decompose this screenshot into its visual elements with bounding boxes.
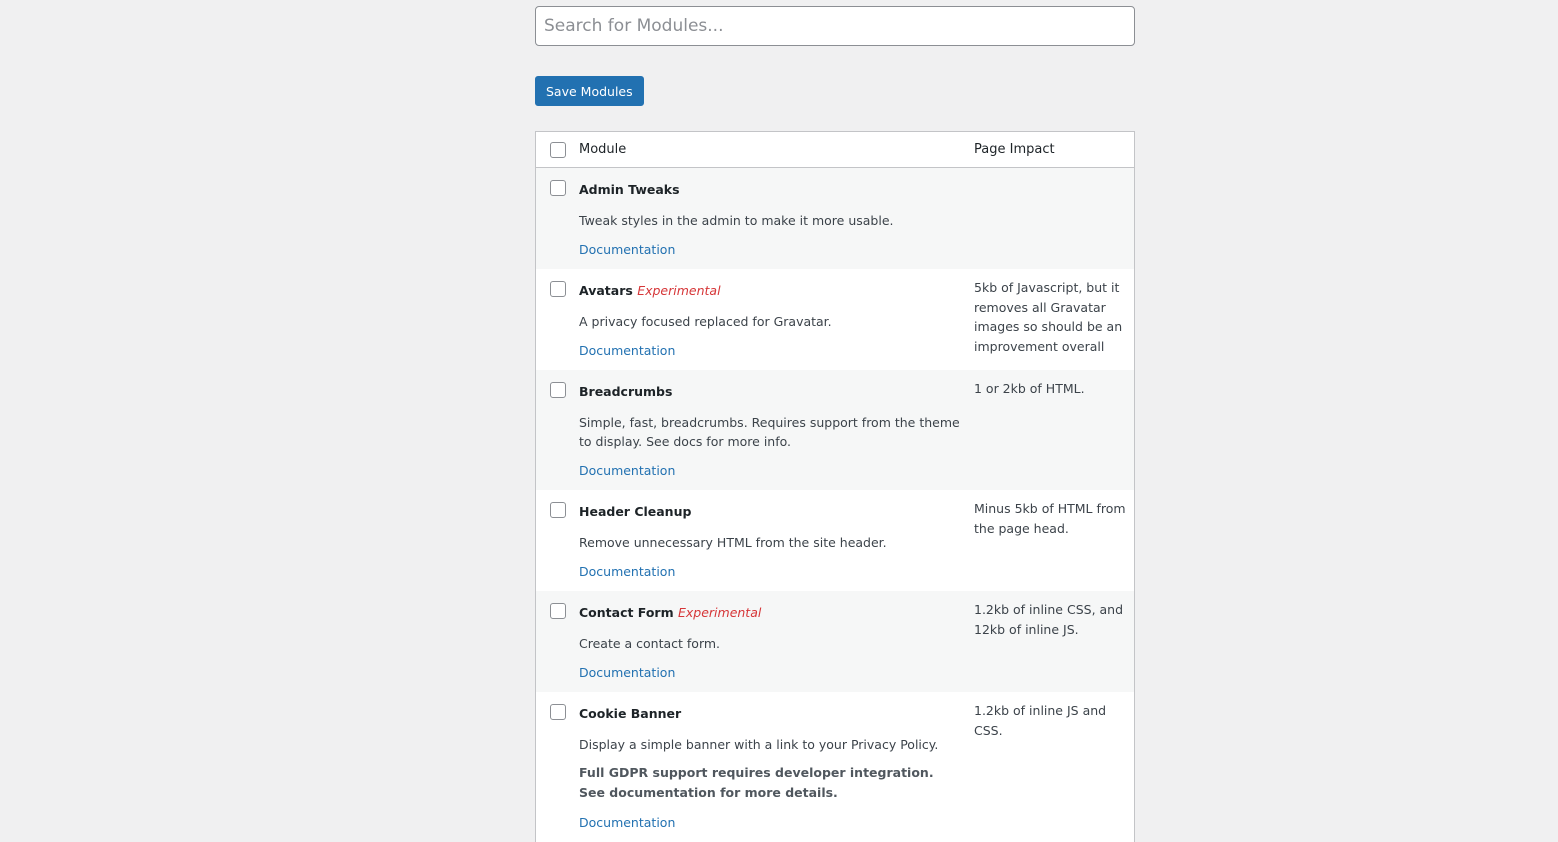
table-row: Admin Tweaks Tweak styles in the admin to… xyxy=(536,168,1134,269)
table-row: Contact Form Experimental Create a contac… xyxy=(536,591,1134,692)
module-checkbox[interactable] xyxy=(549,281,566,297)
module-title: Admin Tweaks xyxy=(579,181,974,199)
module-name: Header Cleanup xyxy=(579,504,692,519)
module-note: Full GDPR support requires developer int… xyxy=(579,765,934,800)
module-checkbox[interactable] xyxy=(549,382,566,398)
documentation-link[interactable]: Documentation xyxy=(579,241,675,259)
module-cell: Contact Form Experimental Create a contac… xyxy=(579,591,974,692)
experimental-tag: Experimental xyxy=(677,605,762,620)
column-header-page-impact: Page Impact xyxy=(974,142,1055,157)
module-checkbox[interactable] xyxy=(549,704,566,720)
page-impact-cell: 1 or 2kb of HTML. xyxy=(974,381,1085,396)
module-description: Create a contact form. xyxy=(579,636,721,651)
column-header-module: Module xyxy=(579,142,627,157)
experimental-tag: Experimental xyxy=(637,283,721,298)
page-impact-cell: Minus 5kb of HTML from the page head. xyxy=(974,501,1126,536)
module-cell: Header Cleanup Remove unnecessary HTML fr… xyxy=(579,490,974,591)
module-checkbox[interactable] xyxy=(549,502,566,518)
module-cell: Admin Tweaks Tweak styles in the admin to… xyxy=(579,168,974,269)
page-impact-cell: 5kb of Javascript, but it removes all Gr… xyxy=(974,280,1123,354)
module-description: Tweak styles in the admin to make it mor… xyxy=(579,213,894,228)
select-all-checkbox[interactable] xyxy=(549,141,566,158)
table-row: Breadcrumbs Simple, fast, breadcrumbs. Re… xyxy=(536,370,1134,490)
module-name: Admin Tweaks xyxy=(579,182,680,197)
table-row: Header Cleanup Remove unnecessary HTML fr… xyxy=(536,490,1134,591)
module-checkbox[interactable] xyxy=(549,603,566,619)
module-description: Remove unnecessary HTML from the site he… xyxy=(579,535,887,550)
module-checkbox[interactable] xyxy=(549,180,566,196)
documentation-link[interactable]: Documentation xyxy=(579,563,675,581)
module-cell: Breadcrumbs Simple, fast, breadcrumbs. Re… xyxy=(579,370,974,490)
documentation-link[interactable]: Documentation xyxy=(579,342,675,360)
documentation-link[interactable]: Documentation xyxy=(579,814,675,832)
module-description: Simple, fast, breadcrumbs. Requires supp… xyxy=(579,415,960,449)
module-title: Cookie Banner xyxy=(579,705,974,723)
documentation-link[interactable]: Documentation xyxy=(579,462,675,480)
page-impact-cell: 1.2kb of inline CSS, and 12kb of inline … xyxy=(974,602,1124,637)
table-header: Module Page Impact xyxy=(536,132,1134,168)
module-cell: Avatars Experimental A privacy focused re… xyxy=(579,269,974,370)
table-body: Admin Tweaks Tweak styles in the admin to… xyxy=(536,168,1134,842)
module-name: Breadcrumbs xyxy=(579,384,673,399)
module-title: Breadcrumbs xyxy=(579,383,974,401)
page-impact-cell xyxy=(974,168,1134,269)
table-row: Avatars Experimental A privacy focused re… xyxy=(536,269,1134,370)
modules-table: Module Page Impact Admin Tweaks Tweak sty… xyxy=(535,131,1135,842)
table-row: Cookie Banner Display a simple banner wit… xyxy=(536,692,1134,842)
documentation-link[interactable]: Documentation xyxy=(579,664,675,682)
module-title: Avatars Experimental xyxy=(579,282,974,300)
module-title: Header Cleanup xyxy=(579,503,974,521)
module-title: Contact Form Experimental xyxy=(579,604,974,622)
module-description: Display a simple banner with a link to y… xyxy=(579,737,939,752)
module-description: A privacy focused replaced for Gravatar. xyxy=(579,314,832,329)
module-cell: Cookie Banner Display a simple banner wit… xyxy=(579,692,974,842)
search-input[interactable] xyxy=(535,6,1135,46)
module-name: Avatars xyxy=(579,283,633,298)
page-impact-cell: 1.2kb of inline JS and CSS. xyxy=(974,703,1107,738)
module-name: Contact Form xyxy=(579,605,674,620)
module-name: Cookie Banner xyxy=(579,706,682,721)
save-modules-button[interactable]: Save Modules xyxy=(535,76,644,106)
modules-panel: Save Modules Module Page Impact Admin Tw… xyxy=(535,6,1135,842)
